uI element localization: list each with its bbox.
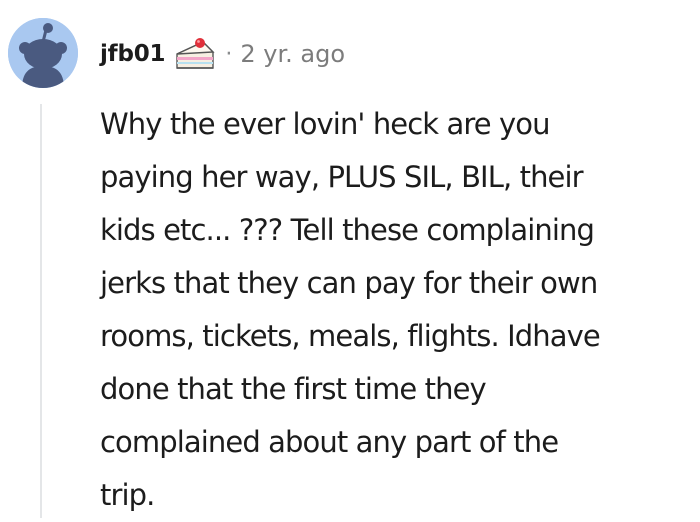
- comment-body-line: rooms, tickets, meals, flights. Idhave: [100, 319, 601, 353]
- comment-body-line: paying her way, PLUS SIL, BIL, their: [100, 160, 584, 194]
- comment-body: Why the ever lovin' heck are you paying …: [100, 98, 698, 522]
- comment-body-line: kids etc... ??? Tell these complaining: [100, 213, 595, 247]
- comment-body-line: complained about any part of the: [100, 425, 559, 459]
- username-link[interactable]: jfb01: [100, 41, 166, 67]
- comment-body-line: Why the ever lovin' heck are you: [100, 107, 551, 141]
- comment-body-line: trip.: [100, 478, 155, 512]
- comment-meta: jfb01 · 2 yr. ago: [100, 34, 345, 74]
- cake-slice-icon: [173, 34, 217, 74]
- meta-separator: ·: [225, 41, 233, 67]
- comment: jfb01 · 2 yr. ago Why the ever lovin' he…: [0, 0, 700, 518]
- timestamp-link[interactable]: 2 yr. ago: [240, 40, 345, 68]
- comment-body-line: done that the first time they: [100, 372, 487, 406]
- thread-line[interactable]: [40, 104, 42, 518]
- comment-body-line: jerks that they can pay for their own: [100, 266, 598, 300]
- reddit-snoo-avatar-icon: [8, 18, 78, 88]
- avatar[interactable]: [8, 18, 78, 88]
